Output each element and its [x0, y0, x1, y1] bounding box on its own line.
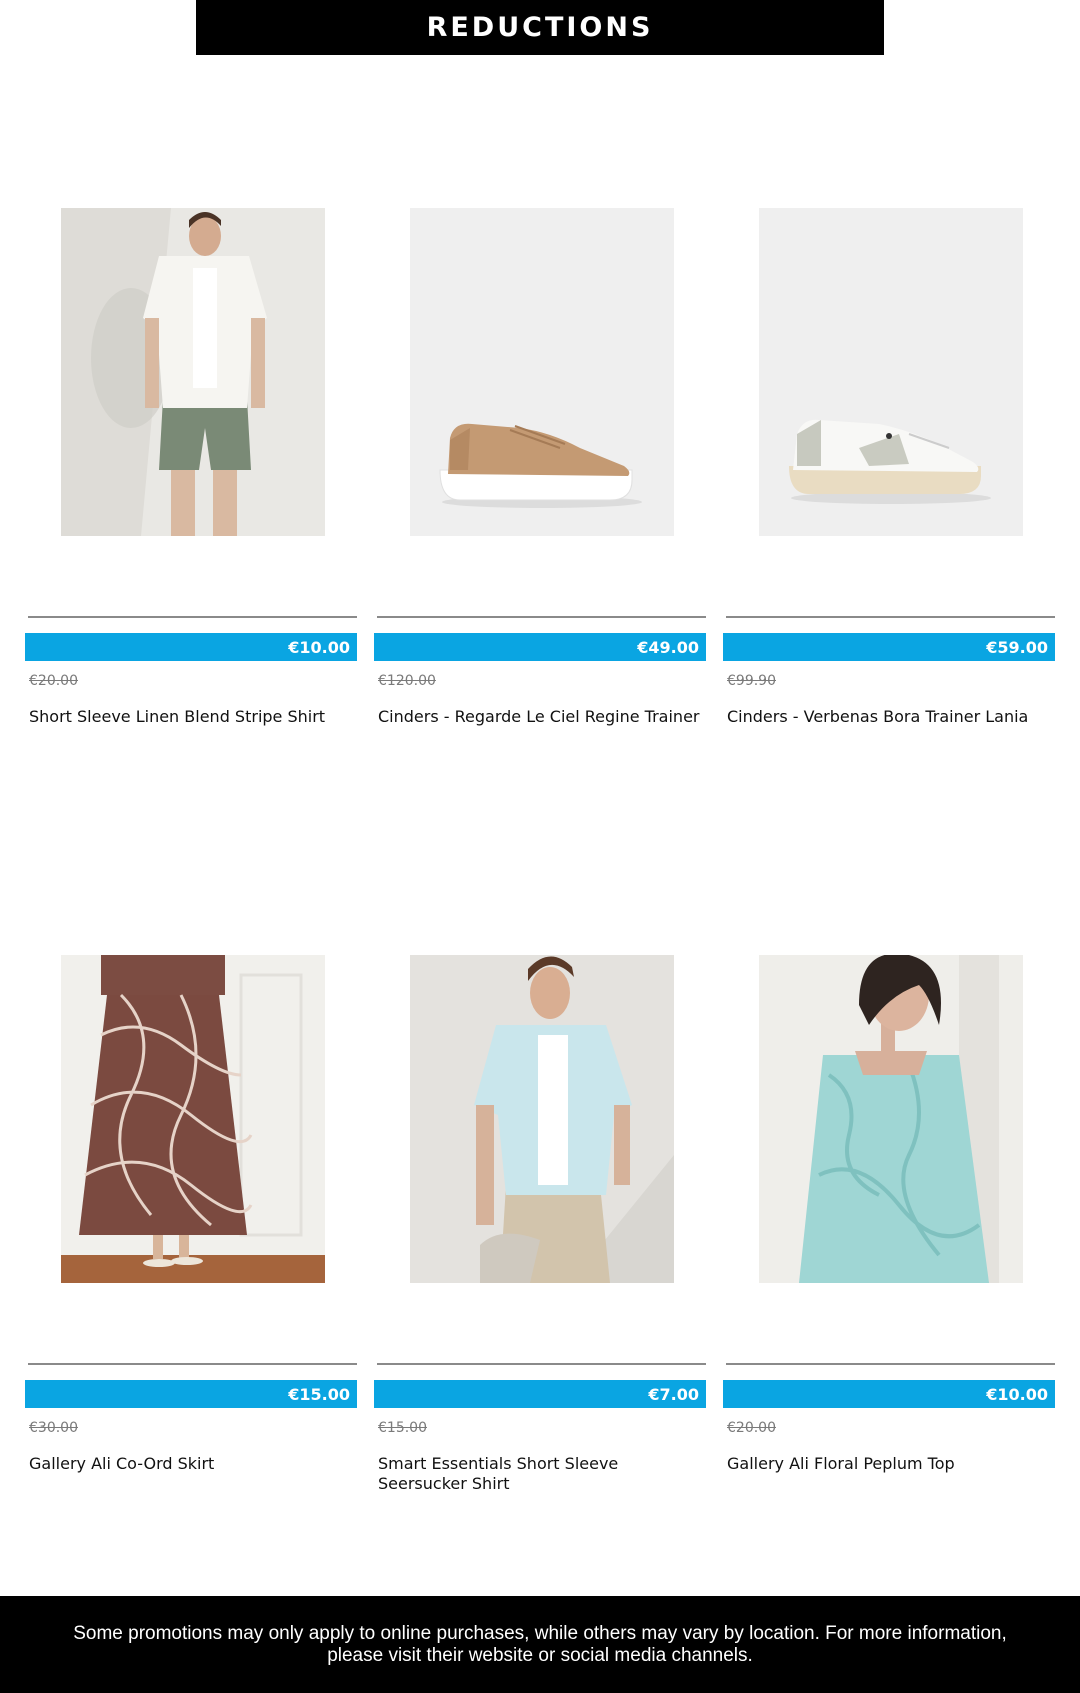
linen-shirt-photo	[61, 208, 325, 536]
divider	[28, 1363, 357, 1365]
printed-skirt-photo	[61, 955, 325, 1283]
price-bar: €10.00	[25, 633, 357, 661]
product-name[interactable]: Gallery Ali Co-Ord Skirt	[29, 1454, 355, 1474]
price-bar: €15.00	[25, 1380, 357, 1408]
disclaimer-text: Some promotions may only apply to online…	[73, 1622, 1007, 1666]
original-price: €20.00	[29, 673, 78, 689]
sale-price: €10.00	[986, 1384, 1048, 1404]
sale-price: €10.00	[288, 637, 350, 657]
divider	[377, 616, 706, 618]
price-bar: €59.00	[723, 633, 1055, 661]
divider	[726, 616, 1055, 618]
product-image[interactable]	[61, 208, 325, 536]
original-price: €15.00	[378, 1420, 427, 1436]
product-name[interactable]: Cinders - Verbenas Bora Trainer Lania	[727, 707, 1053, 727]
tan-trainer-photo	[410, 208, 674, 536]
divider	[377, 1363, 706, 1365]
product-name[interactable]: Gallery Ali Floral Peplum Top	[727, 1454, 1053, 1474]
disclaimer-footer: Some promotions may only apply to online…	[0, 1596, 1080, 1693]
price-bar: €49.00	[374, 633, 706, 661]
price-bar: €10.00	[723, 1380, 1055, 1408]
seersucker-shirt-photo	[410, 955, 674, 1283]
header-banner: REDUCTIONS	[196, 0, 884, 55]
sale-price: €49.00	[637, 637, 699, 657]
product-image[interactable]	[410, 955, 674, 1283]
product-image[interactable]	[759, 208, 1023, 536]
product-image[interactable]	[759, 955, 1023, 1283]
floral-top-photo	[759, 955, 1023, 1283]
price-bar: €7.00	[374, 1380, 706, 1408]
product-name[interactable]: Smart Essentials Short Sleeve Seersucker…	[378, 1454, 704, 1494]
product-name[interactable]: Cinders - Regarde Le Ciel Regine Trainer	[378, 707, 704, 727]
original-price: €99.90	[727, 673, 776, 689]
product-image[interactable]	[410, 208, 674, 536]
white-trainer-photo	[759, 208, 1023, 536]
sale-price: €15.00	[288, 1384, 350, 1404]
product-name[interactable]: Short Sleeve Linen Blend Stripe Shirt	[29, 707, 355, 727]
original-price: €20.00	[727, 1420, 776, 1436]
original-price: €120.00	[378, 673, 436, 689]
sale-price: €59.00	[986, 637, 1048, 657]
page-title: REDUCTIONS	[426, 12, 654, 43]
reductions-page: REDUCTIONS €10.00 €20.00 Short Sleeve Li…	[0, 0, 1080, 1693]
product-image[interactable]	[61, 955, 325, 1283]
original-price: €30.00	[29, 1420, 78, 1436]
sale-price: €7.00	[648, 1384, 699, 1404]
divider	[726, 1363, 1055, 1365]
divider	[28, 616, 357, 618]
